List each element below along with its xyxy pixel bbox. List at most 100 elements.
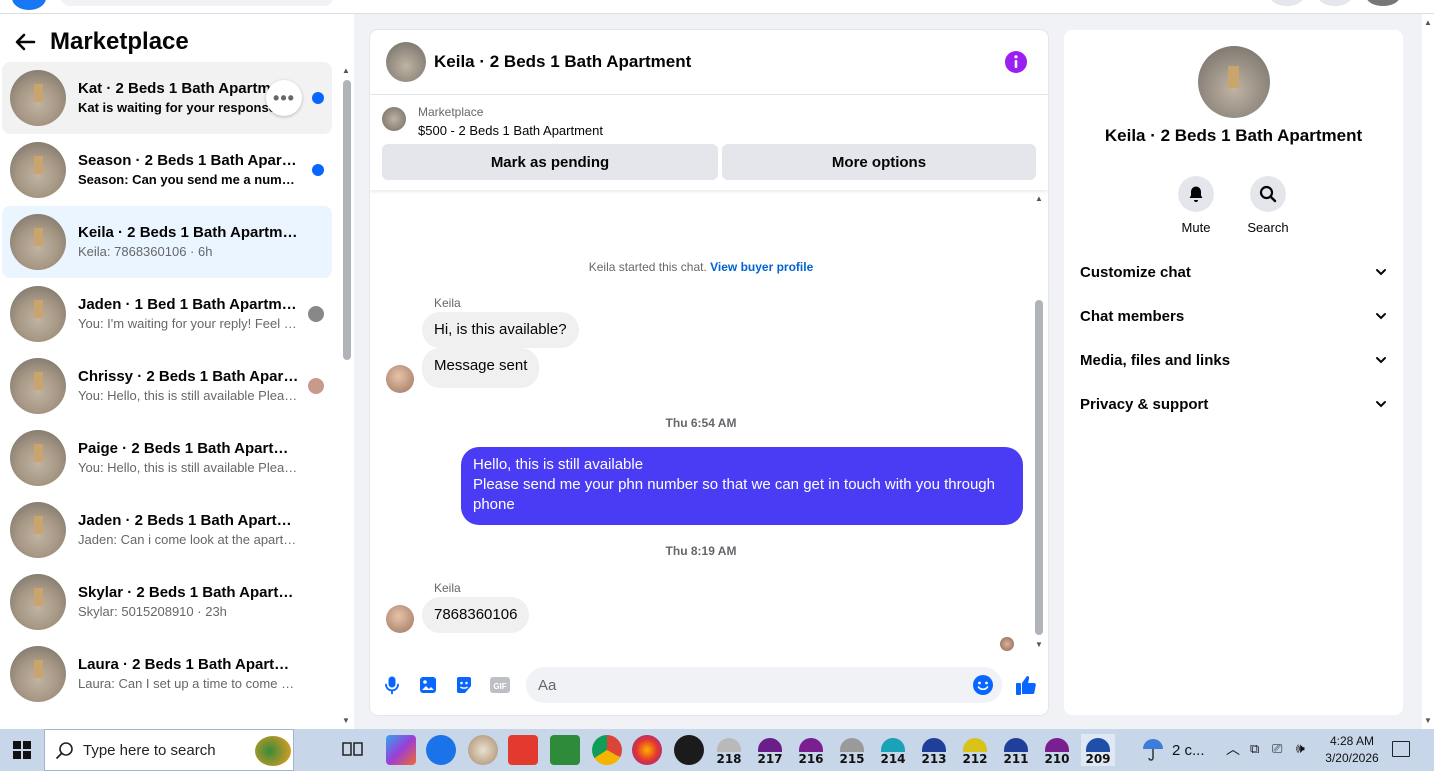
- emoji-icon[interactable]: [972, 674, 994, 696]
- taskbar-window-button[interactable]: 210: [1040, 734, 1074, 766]
- photo-icon[interactable]: [416, 673, 440, 697]
- conversation-preview-line: Skylar: 5015208910 · 23h: [78, 603, 300, 621]
- gif-icon[interactable]: GIF: [488, 673, 512, 697]
- conversation-item[interactable]: Laura · 2 Beds 1 Bath Apartment Laura: Ca…: [2, 638, 332, 710]
- incoming-message[interactable]: 7868360106: [422, 597, 530, 633]
- privacy-support-section[interactable]: Privacy & support: [1080, 384, 1388, 424]
- page-scrollbar[interactable]: ▲ ▼: [1422, 14, 1434, 729]
- weather-umbrella-icon[interactable]: [1140, 737, 1166, 768]
- firefox-app-icon[interactable]: [632, 735, 662, 765]
- search-icon[interactable]: [1250, 176, 1286, 212]
- account-avatar[interactable]: [1366, 0, 1400, 6]
- system-clock[interactable]: 4:28 AM 3/20/2026: [1322, 733, 1382, 767]
- chevron-up-icon[interactable]: ︿: [1226, 739, 1240, 759]
- facebook-logo-icon[interactable]: [12, 0, 46, 10]
- sender-avatar[interactable]: [386, 365, 414, 393]
- conversation-item[interactable]: Chrissy · 2 Beds 1 Bath Apartment You: He…: [2, 350, 332, 422]
- xbox-game-icon[interactable]: [674, 735, 704, 765]
- taskbar-window-button[interactable]: 218: [712, 734, 746, 766]
- conversation-item[interactable]: Paige · 2 Beds 1 Bath Apartment You: Hell…: [2, 422, 332, 494]
- thumbs-up-icon[interactable]: [1014, 673, 1038, 697]
- window-icon: [840, 738, 864, 752]
- bell-icon[interactable]: [1178, 176, 1214, 212]
- windows-start-icon[interactable]: [0, 729, 44, 771]
- scroll-up-arrow-icon[interactable]: ▲: [1424, 18, 1432, 27]
- task-view-icon[interactable]: [342, 740, 364, 765]
- incoming-message[interactable]: Hi, is this available?: [422, 312, 579, 348]
- sticker-icon[interactable]: [452, 673, 476, 697]
- view-buyer-profile-link[interactable]: View buyer profile: [710, 260, 813, 274]
- mute-button[interactable]: Mute: [1161, 176, 1231, 235]
- taskbar-window-button[interactable]: 215: [835, 734, 869, 766]
- volume-icon[interactable]: 🕪: [1296, 740, 1305, 757]
- mark-as-pending-button[interactable]: Mark as pending: [382, 144, 718, 180]
- conversation-item[interactable]: Keila · 2 Beds 1 Bath Apartment Keila: 78…: [2, 206, 332, 278]
- paint-app-icon[interactable]: [468, 735, 498, 765]
- listing-price[interactable]: $500 - 2 Beds 1 Bath Apartment: [418, 123, 603, 138]
- conversation-item[interactable]: Skylar · 2 Beds 1 Bath Apartment Skylar: …: [2, 566, 332, 638]
- outgoing-message-line: Please send me your phn number so that w…: [473, 476, 995, 513]
- message-input[interactable]: Aa: [526, 667, 1002, 703]
- scroll-up-arrow-icon[interactable]: ▲: [1035, 194, 1043, 203]
- conversation-preview: Kat is waiting for your response: [78, 100, 276, 115]
- notification-center-icon[interactable]: [1392, 741, 1410, 757]
- conversation-item[interactable]: Jaden · 1 Bed 1 Bath Apartment You: I'm w…: [2, 278, 332, 350]
- scroll-down-arrow-icon[interactable]: ▼: [1424, 716, 1432, 725]
- network-icon[interactable]: ⎚: [1272, 741, 1282, 757]
- scroll-down-arrow-icon[interactable]: ▼: [1035, 640, 1043, 649]
- media-files-links-section[interactable]: Media, files and links: [1080, 340, 1388, 380]
- chrome-app-icon[interactable]: [592, 735, 622, 765]
- clock-date: 3/20/2026: [1325, 751, 1379, 765]
- scroll-down-arrow-icon[interactable]: ▼: [342, 716, 350, 725]
- conversation-item[interactable]: Season · 2 Beds 1 Bath Apartment Season: …: [2, 134, 332, 206]
- maps-app-icon[interactable]: [426, 735, 456, 765]
- meet-now-icon[interactable]: ⧉: [1250, 741, 1259, 757]
- taskbar-window-button[interactable]: 211: [999, 734, 1033, 766]
- chat-title[interactable]: Keila · 2 Beds 1 Bath Apartment: [434, 52, 691, 72]
- messenger-button[interactable]: [1318, 0, 1352, 6]
- taskbar-window-button[interactable]: 209: [1081, 734, 1115, 766]
- menu-button[interactable]: [1270, 0, 1304, 6]
- scrollbar-thumb[interactable]: [1035, 300, 1043, 635]
- conversation-item[interactable]: Jaden · 2 Beds 1 Bath Apartment Jaden: Ca…: [2, 494, 332, 566]
- conversation-item[interactable]: Kat · 2 Beds 1 Bath Apartment Kat is wait…: [2, 62, 332, 134]
- chat-started-text: Keila started this chat.: [588, 260, 707, 274]
- taskbar-window-button[interactable]: 213: [917, 734, 951, 766]
- outgoing-message[interactable]: Hello, this is still available Please se…: [461, 447, 1023, 525]
- search-highlight-icon[interactable]: [255, 736, 291, 766]
- scroll-up-arrow-icon[interactable]: ▲: [342, 66, 350, 75]
- copilot-app-icon[interactable]: [386, 735, 416, 765]
- chat-pane: Keila · 2 Beds 1 Bath Apartment Marketpl…: [370, 30, 1048, 715]
- unread-dot-icon: [312, 92, 324, 104]
- conversation-time: · 7h: [298, 388, 300, 403]
- weather-text[interactable]: 2 c...: [1172, 742, 1205, 759]
- microphone-icon[interactable]: [380, 673, 404, 697]
- more-options-button[interactable]: More options: [722, 144, 1036, 180]
- listing-thumbnail[interactable]: [382, 107, 406, 131]
- sender-avatar[interactable]: [386, 605, 414, 633]
- conversation-thumbnail: [10, 142, 66, 198]
- spreadsheet-app-icon[interactable]: [550, 735, 580, 765]
- anydesk-app-icon[interactable]: [508, 735, 538, 765]
- search-in-chat-button[interactable]: Search: [1233, 176, 1303, 235]
- taskbar-window-button[interactable]: 214: [876, 734, 910, 766]
- customize-chat-section[interactable]: Customize chat: [1080, 252, 1388, 292]
- incoming-message[interactable]: Message sent: [422, 348, 540, 388]
- conversation-name: Skylar · 2 Beds 1 Bath Apartment: [78, 584, 300, 601]
- taskbar-window-button[interactable]: 212: [958, 734, 992, 766]
- more-options-icon[interactable]: •••: [266, 80, 302, 116]
- taskbar-window-button[interactable]: 216: [794, 734, 828, 766]
- taskbar-search-box[interactable]: Type here to search: [44, 729, 294, 771]
- listing-avatar[interactable]: [386, 42, 426, 82]
- chat-scrollbar[interactable]: ▲ ▼: [1032, 190, 1046, 655]
- conversation-name: Paige · 2 Beds 1 Bath Apartment: [78, 440, 300, 457]
- back-arrow-icon[interactable]: [12, 29, 38, 55]
- listing-profile-image[interactable]: [1198, 46, 1270, 118]
- conversation-list-scrollbar[interactable]: ▲ ▼: [340, 64, 352, 729]
- info-icon[interactable]: [1004, 50, 1028, 74]
- facebook-search-input[interactable]: [60, 0, 334, 6]
- conversation-preview-line: You: Hello, this is still available Plea…: [78, 387, 300, 405]
- chat-members-section[interactable]: Chat members: [1080, 296, 1388, 336]
- scrollbar-thumb[interactable]: [343, 80, 351, 360]
- taskbar-window-button[interactable]: 217: [753, 734, 787, 766]
